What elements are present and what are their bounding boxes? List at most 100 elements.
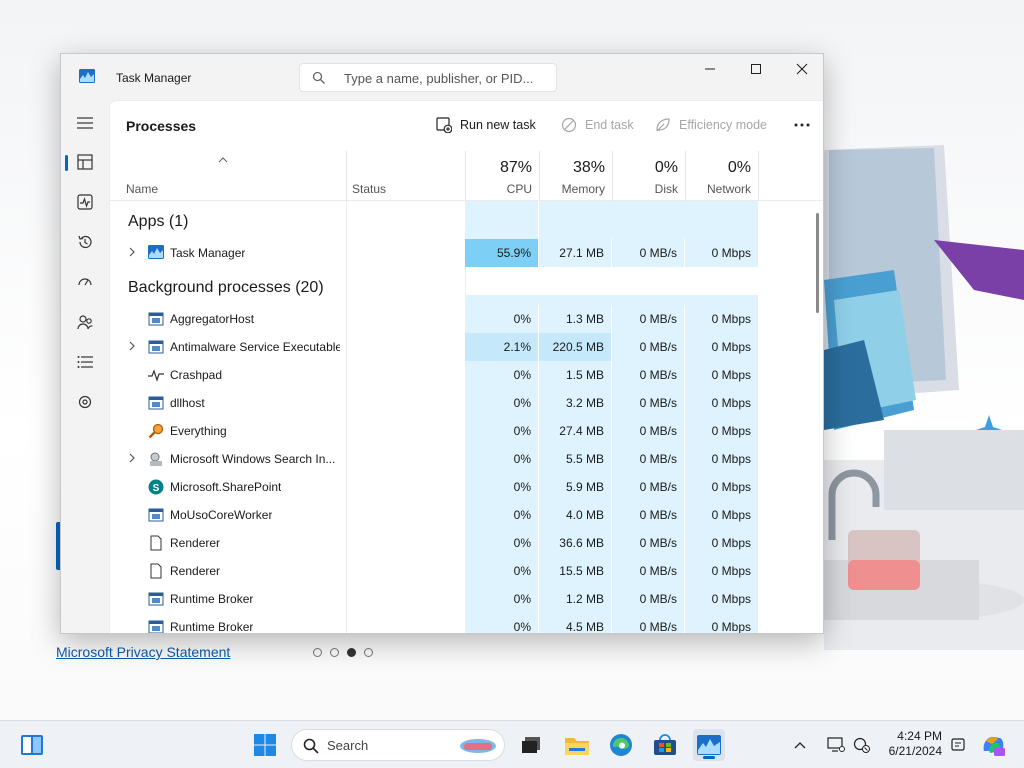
cpu-cell: 0% bbox=[465, 305, 538, 333]
users-icon bbox=[77, 315, 93, 330]
magnifier-icon bbox=[148, 423, 164, 439]
minimize-button[interactable] bbox=[687, 54, 733, 84]
notification-bell-icon bbox=[951, 738, 965, 751]
process-row[interactable]: Renderer 0% 36.6 MB 0 MB/s 0 Mbps bbox=[110, 529, 818, 557]
cpu-cell: 2.1% bbox=[465, 333, 538, 361]
store-icon bbox=[654, 734, 676, 755]
efficiency-mode-label: Efficiency mode bbox=[679, 118, 768, 132]
nav-users[interactable] bbox=[69, 306, 101, 338]
end-task-button[interactable]: End task bbox=[561, 117, 634, 133]
search-input[interactable] bbox=[344, 69, 549, 87]
process-row[interactable]: MoUsoCoreWorker 0% 4.0 MB 0 MB/s 0 Mbps bbox=[110, 501, 818, 529]
more-icon bbox=[794, 123, 810, 127]
process-row[interactable]: Crashpad 0% 1.5 MB 0 MB/s 0 Mbps bbox=[110, 361, 818, 389]
process-name: Microsoft Windows Search In... bbox=[170, 452, 336, 466]
nav-details[interactable] bbox=[69, 346, 101, 378]
heat-band bbox=[539, 201, 758, 239]
edge-browser-button[interactable] bbox=[605, 729, 637, 761]
task-view-button[interactable] bbox=[515, 729, 547, 761]
process-row[interactable]: Everything 0% 27.4 MB 0 MB/s 0 Mbps bbox=[110, 417, 818, 445]
leaf-icon bbox=[656, 118, 670, 132]
services-icon bbox=[78, 395, 92, 409]
page-title: Processes bbox=[126, 118, 197, 134]
process-row[interactable]: Runtime Broker 0% 4.5 MB 0 MB/s 0 Mbps bbox=[110, 613, 818, 634]
privacy-statement-link[interactable]: Microsoft Privacy Statement bbox=[56, 644, 230, 660]
process-name: Renderer bbox=[170, 536, 221, 550]
efficiency-mode-button[interactable]: Efficiency mode bbox=[655, 117, 767, 133]
disk-cell: 0 MB/s bbox=[612, 445, 684, 473]
process-row[interactable]: dllhost 0% 3.2 MB 0 MB/s 0 Mbps bbox=[110, 389, 818, 417]
process-row[interactable]: Microsoft Windows Search In... 0% 5.5 MB 0 … bbox=[110, 445, 818, 473]
notifications-button[interactable] bbox=[946, 729, 970, 761]
processes-icon bbox=[77, 154, 93, 170]
more-options-button[interactable] bbox=[790, 113, 814, 137]
network-cell: 0 Mbps bbox=[685, 557, 758, 585]
column-header-memory[interactable]: 38% Memory bbox=[539, 151, 612, 201]
column-header-cpu[interactable]: 87% CPU bbox=[465, 151, 539, 201]
process-name: Microsoft.SharePoint bbox=[170, 480, 282, 494]
cpu-cell: 0% bbox=[465, 557, 538, 585]
svg-text:S: S bbox=[153, 483, 160, 494]
copilot-button[interactable] bbox=[977, 729, 1009, 761]
process-row[interactable]: Renderer 0% 15.5 MB 0 MB/s 0 Mbps bbox=[110, 557, 818, 585]
window-app-icon bbox=[148, 619, 164, 633]
pulse-icon bbox=[148, 367, 164, 383]
nav-services[interactable] bbox=[69, 386, 101, 418]
run-new-task-label: Run new task bbox=[460, 118, 536, 132]
process-row[interactable]: Task Manager 55.9% 27.1 MB 0 MB/s 0 Mbps bbox=[110, 239, 818, 267]
network-cell: 0 Mbps bbox=[685, 529, 758, 557]
cpu-cell: 0% bbox=[465, 613, 538, 633]
window-app-icon bbox=[148, 311, 164, 327]
widgets-button[interactable] bbox=[16, 729, 48, 761]
nav-processes[interactable] bbox=[65, 146, 101, 178]
close-button[interactable] bbox=[779, 54, 823, 84]
column-header-name[interactable]: Name bbox=[110, 151, 346, 201]
document-icon bbox=[148, 535, 164, 551]
process-row[interactable]: Runtime Broker 0% 1.2 MB 0 MB/s 0 Mbps bbox=[110, 585, 818, 613]
cpu-cell: 0% bbox=[465, 473, 538, 501]
column-header-disk[interactable]: 0% Disk bbox=[612, 151, 685, 201]
copilot-icon bbox=[983, 736, 1005, 756]
task-manager-window[interactable]: Task Manager Type a name, publisher, or … bbox=[60, 53, 824, 634]
maximize-button[interactable] bbox=[733, 54, 779, 84]
memory-cell: 36.6 MB bbox=[539, 529, 611, 557]
run-new-task-button[interactable]: Run new task bbox=[436, 117, 536, 133]
display-tray-button[interactable] bbox=[824, 729, 848, 761]
chevron-right-icon[interactable] bbox=[128, 247, 136, 257]
navigation-rail bbox=[61, 100, 109, 633]
carousel-dot[interactable] bbox=[313, 648, 322, 657]
task-manager-taskbar-button[interactable] bbox=[693, 729, 725, 761]
network-tray-button[interactable] bbox=[850, 729, 874, 761]
nav-menu-button[interactable] bbox=[69, 107, 101, 139]
memory-cell: 1.2 MB bbox=[539, 585, 611, 613]
column-label-memory: Memory bbox=[561, 182, 605, 196]
edge-icon bbox=[610, 734, 632, 756]
process-name: Runtime Broker bbox=[170, 620, 254, 634]
nav-startup-apps[interactable] bbox=[69, 266, 101, 298]
show-hidden-icons-button[interactable] bbox=[788, 729, 812, 761]
close-icon bbox=[796, 63, 808, 75]
process-row[interactable]: AggregatorHost 0% 1.3 MB 0 MB/s 0 Mbps bbox=[110, 305, 818, 333]
title-bar[interactable]: Task Manager bbox=[61, 54, 823, 100]
microsoft-store-button[interactable] bbox=[649, 729, 681, 761]
nav-app-history[interactable] bbox=[69, 226, 101, 258]
taskbar-search[interactable]: Search bbox=[291, 729, 505, 761]
window-app-icon bbox=[148, 507, 164, 523]
start-button[interactable] bbox=[249, 729, 281, 761]
carousel-dot[interactable] bbox=[330, 648, 339, 657]
process-row[interactable]: Antimalware Service Executable 2.1% 220.5 … bbox=[110, 333, 818, 361]
column-label-network: Network bbox=[706, 182, 751, 196]
process-name: Task Manager bbox=[170, 246, 246, 260]
nav-performance[interactable] bbox=[69, 186, 101, 218]
carousel-dot-active[interactable] bbox=[347, 648, 356, 657]
chevron-right-icon[interactable] bbox=[128, 341, 136, 351]
chevron-right-icon[interactable] bbox=[128, 453, 136, 463]
process-row[interactable]: S Microsoft.SharePoint 0% 5.9 MB 0 MB/s 0 Mbp… bbox=[110, 473, 818, 501]
carousel-dot[interactable] bbox=[364, 648, 373, 657]
column-header-status[interactable]: Status bbox=[346, 151, 465, 201]
search-box[interactable] bbox=[299, 63, 557, 92]
disk-cell: 0 MB/s bbox=[612, 361, 684, 389]
clock[interactable]: 4:24 PM 6/21/2024 bbox=[878, 729, 942, 759]
file-explorer-button[interactable] bbox=[561, 729, 593, 761]
column-header-network[interactable]: 0% Network bbox=[685, 151, 758, 201]
